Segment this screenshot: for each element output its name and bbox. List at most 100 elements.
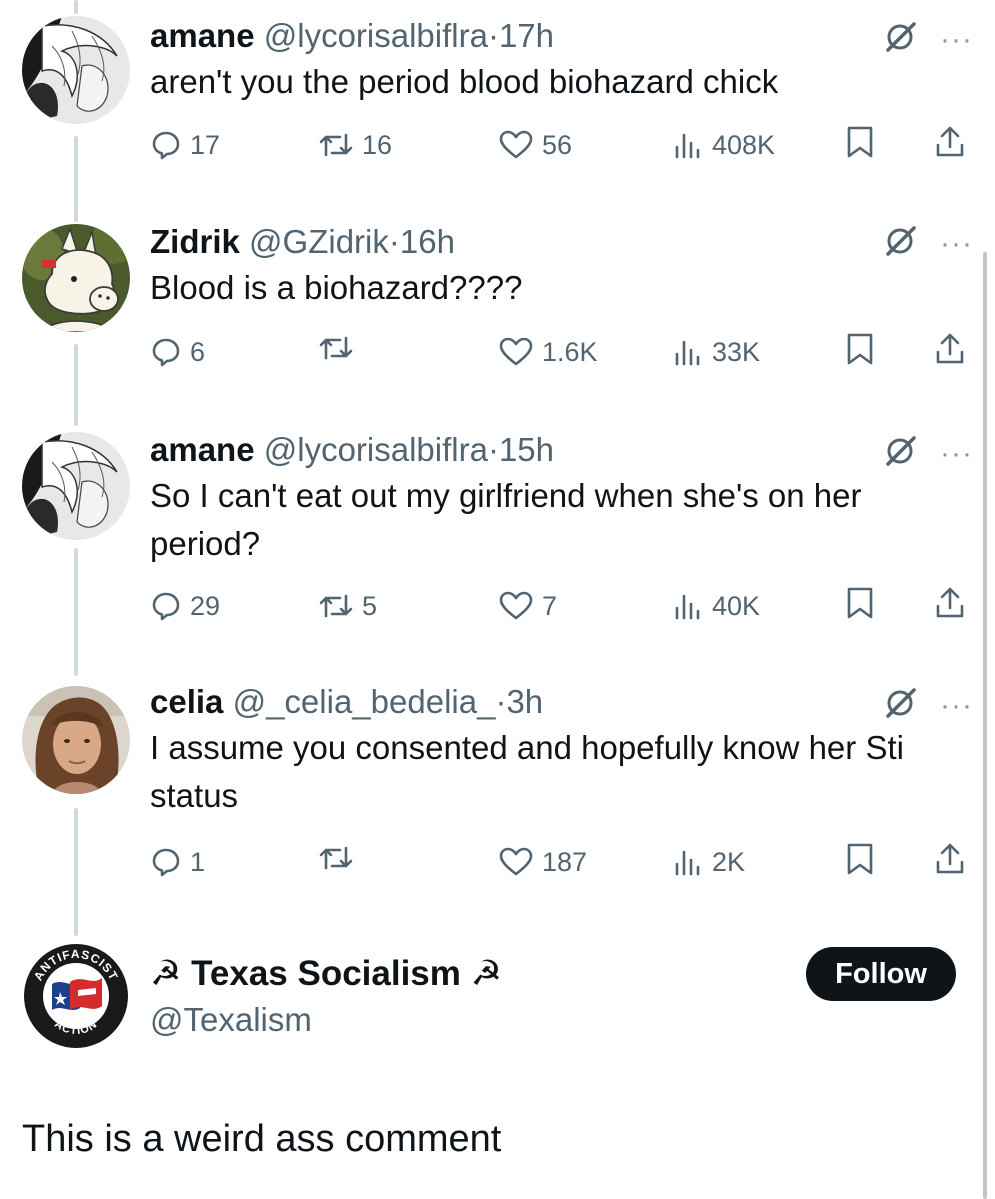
share-icon: [934, 125, 966, 159]
views-icon: [672, 846, 704, 878]
views-count: 408K: [712, 130, 776, 160]
reply-icon: [150, 590, 182, 622]
views-icon: [672, 336, 704, 368]
repost-button[interactable]: [318, 332, 362, 364]
reply-count: 29: [190, 591, 221, 621]
bookmark-button[interactable]: [845, 332, 875, 366]
repost-count: 5: [362, 591, 378, 621]
heart-icon: [498, 590, 534, 622]
views-icon: [672, 590, 704, 622]
reply-button[interactable]: 17: [150, 125, 220, 165]
bookmark-button[interactable]: [845, 842, 875, 876]
action-bar: 6 1.6K 33K: [150, 332, 980, 372]
repost-icon: [318, 590, 354, 622]
views-button[interactable]: 408K: [672, 125, 775, 165]
timestamp[interactable]: 17h: [499, 17, 554, 54]
like-count: 187: [542, 847, 588, 877]
more-icon[interactable]: ···: [940, 228, 973, 258]
views-button[interactable]: 33K: [672, 332, 760, 372]
author-handle[interactable]: @_celia_bedelia_: [233, 683, 496, 720]
bookmark-button[interactable]: [845, 125, 875, 159]
more-icon[interactable]: ···: [940, 690, 973, 720]
repost-icon: [318, 332, 354, 364]
repost-button[interactable]: 5: [318, 586, 377, 626]
more-icon[interactable]: ···: [940, 438, 973, 468]
tweet-text: Blood is a biohazard????: [150, 269, 523, 306]
author-handle[interactable]: @lycorisalbiflra: [264, 431, 488, 468]
heart-icon: [498, 336, 534, 368]
reply-count: 1: [190, 847, 206, 877]
reply-button[interactable]: 6: [150, 332, 205, 372]
reply-count: 6: [190, 337, 206, 367]
share-icon: [934, 586, 966, 620]
views-icon: [672, 129, 704, 161]
timestamp[interactable]: 15h: [499, 431, 554, 468]
like-button[interactable]: 1.6K: [498, 332, 598, 372]
author-name[interactable]: celia: [150, 683, 223, 720]
repost-button[interactable]: [318, 842, 362, 874]
tweet[interactable]: amane @lycorisalbiflra·17h aren't you th…: [0, 0, 995, 210]
views-button[interactable]: 40K: [672, 586, 760, 626]
avatar[interactable]: ANTIFASCIST ACTION: [22, 942, 130, 1050]
share-button[interactable]: [934, 332, 966, 366]
bookmark-icon: [845, 125, 875, 159]
share-button[interactable]: [934, 125, 966, 159]
tweet[interactable]: celia @_celia_bedelia_·3h I assume you c…: [0, 680, 995, 940]
reply-button[interactable]: 29: [150, 586, 220, 626]
views-count: 33K: [712, 337, 761, 367]
separator-dot: ·: [487, 17, 499, 54]
like-button[interactable]: 7: [498, 586, 557, 626]
avatar[interactable]: [22, 16, 130, 124]
author-name[interactable]: Zidrik: [150, 223, 240, 260]
share-icon: [934, 842, 966, 876]
timestamp[interactable]: 3h: [506, 683, 543, 720]
focused-author-name[interactable]: ☭ Texas Socialism ☭: [150, 953, 502, 995]
author-handle[interactable]: @lycorisalbiflra: [264, 17, 488, 54]
heart-icon: [498, 129, 534, 161]
action-bar: 29 5 7 40K: [150, 586, 980, 626]
views-count: 2K: [712, 847, 746, 877]
separator-dot: ·: [487, 431, 499, 468]
avatar[interactable]: [22, 686, 130, 794]
author-name[interactable]: amane: [150, 431, 255, 468]
separator-dot: ·: [388, 223, 400, 260]
share-icon: [934, 332, 966, 366]
avatar[interactable]: [22, 224, 130, 332]
tweet[interactable]: Zidrik @GZidrik·16h Blood is a biohazard…: [0, 210, 995, 420]
separator-dot: ·: [495, 683, 507, 720]
reply-icon: [150, 129, 182, 161]
grok-icon[interactable]: [884, 434, 918, 473]
tweet-text: So I can't eat out my girlfriend when sh…: [150, 477, 862, 562]
reply-count: 17: [190, 130, 221, 160]
share-button[interactable]: [934, 842, 966, 876]
like-count: 56: [542, 130, 573, 160]
grok-icon[interactable]: [884, 20, 918, 59]
more-icon[interactable]: ···: [940, 24, 973, 54]
reply-button[interactable]: 1: [150, 842, 205, 882]
repost-button[interactable]: 16: [318, 125, 392, 165]
bookmark-icon: [845, 842, 875, 876]
like-count: 7: [542, 591, 558, 621]
repost-icon: [318, 129, 354, 161]
author-handle[interactable]: @GZidrik: [249, 223, 389, 260]
action-bar: 1 187 2K: [150, 842, 980, 882]
avatar[interactable]: [22, 432, 130, 540]
author-name[interactable]: amane: [150, 17, 255, 54]
tweet[interactable]: amane @lycorisalbiflra·15h So I can't ea…: [0, 420, 995, 680]
reply-icon: [150, 846, 182, 878]
bookmark-icon: [845, 332, 875, 366]
share-button[interactable]: [934, 586, 966, 620]
follow-button[interactable]: Follow: [806, 947, 956, 1001]
grok-icon[interactable]: [884, 686, 918, 725]
grok-icon[interactable]: [884, 224, 918, 263]
like-button[interactable]: 56: [498, 125, 572, 165]
timestamp[interactable]: 16h: [400, 223, 455, 260]
like-button[interactable]: 187: [498, 842, 587, 882]
focused-tweet-text: This is a weird ass comment: [22, 1118, 502, 1160]
scrollbar[interactable]: [983, 252, 987, 1199]
views-button[interactable]: 2K: [672, 842, 745, 882]
like-count: 1.6K: [542, 337, 598, 367]
bookmark-button[interactable]: [845, 586, 875, 620]
views-count: 40K: [712, 591, 761, 621]
focused-author-handle[interactable]: @Texalism: [150, 1000, 312, 1040]
